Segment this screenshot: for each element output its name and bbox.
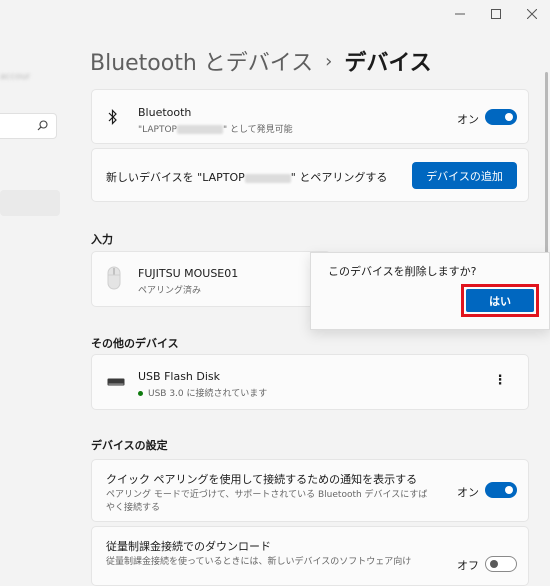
usb-device-status-text: USB 3.0 に接続されています xyxy=(148,389,268,399)
section-header-input: 入力 xyxy=(91,233,113,246)
add-device-text: 新しいデバイスを "LAPTOP " とペアリングする xyxy=(106,169,387,185)
swift-pair-description-line2: やく接続する xyxy=(106,503,161,513)
usb-device-name: USB Flash Disk xyxy=(138,370,221,383)
breadcrumb-parent-link[interactable]: Bluetooth とデバイス xyxy=(90,45,313,77)
metered-toggle-label: オフ xyxy=(457,559,479,572)
bluetooth-discoverable-text: "LAPTOP " として発見可能 xyxy=(138,122,293,135)
add-device-text-prefix: 新しいデバイスを "LAPTOP xyxy=(106,171,245,184)
close-button[interactable] xyxy=(514,0,550,28)
swift-pair-toggle[interactable] xyxy=(485,482,517,498)
sidebar: account xyxy=(0,0,70,566)
window-controls xyxy=(442,0,550,28)
section-header-device-settings: デバイスの設定 xyxy=(91,439,168,452)
sidebar-item-selected[interactable] xyxy=(0,190,60,216)
section-header-other-devices: その他のデバイス xyxy=(91,337,179,350)
highlight-box: はい xyxy=(461,284,539,317)
mouse-device-status: ペアリング済み xyxy=(138,286,202,296)
add-device-text-suffix: " とペアリングする xyxy=(290,171,388,184)
sidebar-account-text: account xyxy=(0,72,30,82)
add-device-card: 新しいデバイスを "LAPTOP " とペアリングする デバイスの追加 xyxy=(91,148,529,202)
breadcrumb: Bluetooth とデバイス › デバイス xyxy=(90,44,432,78)
page-title: デバイス xyxy=(344,51,432,76)
remove-device-flyout: このデバイスを削除しますか? はい xyxy=(310,252,550,330)
redacted-device-name xyxy=(244,173,291,183)
more-options-button[interactable]: ⋮ xyxy=(492,373,508,391)
mouse-device-name: FUJITSU MOUSE01 xyxy=(138,267,239,280)
metered-download-card: 従量制課金接続でのダウンロード 従量制課金接続を使っているときには、新しいデバイ… xyxy=(91,526,529,586)
usb-device-status: USB 3.0 に接続されています xyxy=(138,386,267,399)
breadcrumb-separator: › xyxy=(325,50,333,72)
swift-pair-card: クイック ペアリングを使用して接続するための通知を表示する ペアリング モードで… xyxy=(91,459,529,522)
bluetooth-icon xyxy=(108,109,117,125)
redacted-device-name xyxy=(176,125,223,134)
bluetooth-subtitle-prefix: "LAPTOP xyxy=(138,125,177,135)
bluetooth-subtitle-suffix: " として発見可能 xyxy=(222,125,293,135)
swift-pair-description-line1: ペアリング モードで近づけて、サポートされている Bluetooth デバイスに… xyxy=(106,490,428,500)
add-device-button[interactable]: デバイスの追加 xyxy=(412,162,517,189)
input-device-card[interactable]: FUJITSU MOUSE01 ペアリング済み xyxy=(91,251,331,307)
metered-download-description: 従量制課金接続を使っているときには、新しいデバイスのソフトウェア向け xyxy=(106,557,412,567)
bluetooth-toggle-label: オン xyxy=(457,113,479,126)
search-icon xyxy=(37,120,48,131)
scrollbar[interactable] xyxy=(545,72,548,254)
metered-toggle[interactable] xyxy=(485,556,517,572)
remove-device-message: このデバイスを削除しますか? xyxy=(328,265,477,278)
settings-search-input[interactable] xyxy=(0,113,57,139)
usb-drive-icon xyxy=(107,378,125,386)
metered-download-title: 従量制課金接続でのダウンロード xyxy=(106,540,271,553)
swift-pair-toggle-label: オン xyxy=(457,486,479,499)
bluetooth-card: Bluetooth "LAPTOP " として発見可能 オン xyxy=(91,89,529,144)
bluetooth-title: Bluetooth xyxy=(138,106,192,119)
connected-status-icon xyxy=(138,391,143,396)
close-icon xyxy=(527,9,537,19)
confirm-remove-button[interactable]: はい xyxy=(466,289,534,312)
maximize-icon xyxy=(491,9,501,19)
bluetooth-toggle[interactable] xyxy=(485,109,517,125)
usb-device-card[interactable]: USB Flash Disk USB 3.0 に接続されています ⋮ xyxy=(91,354,529,410)
maximize-button[interactable] xyxy=(478,0,514,28)
minimize-icon xyxy=(455,13,465,15)
swift-pair-title: クイック ペアリングを使用して接続するための通知を表示する xyxy=(106,473,418,486)
minimize-button[interactable] xyxy=(442,0,478,28)
mouse-icon xyxy=(107,266,121,290)
